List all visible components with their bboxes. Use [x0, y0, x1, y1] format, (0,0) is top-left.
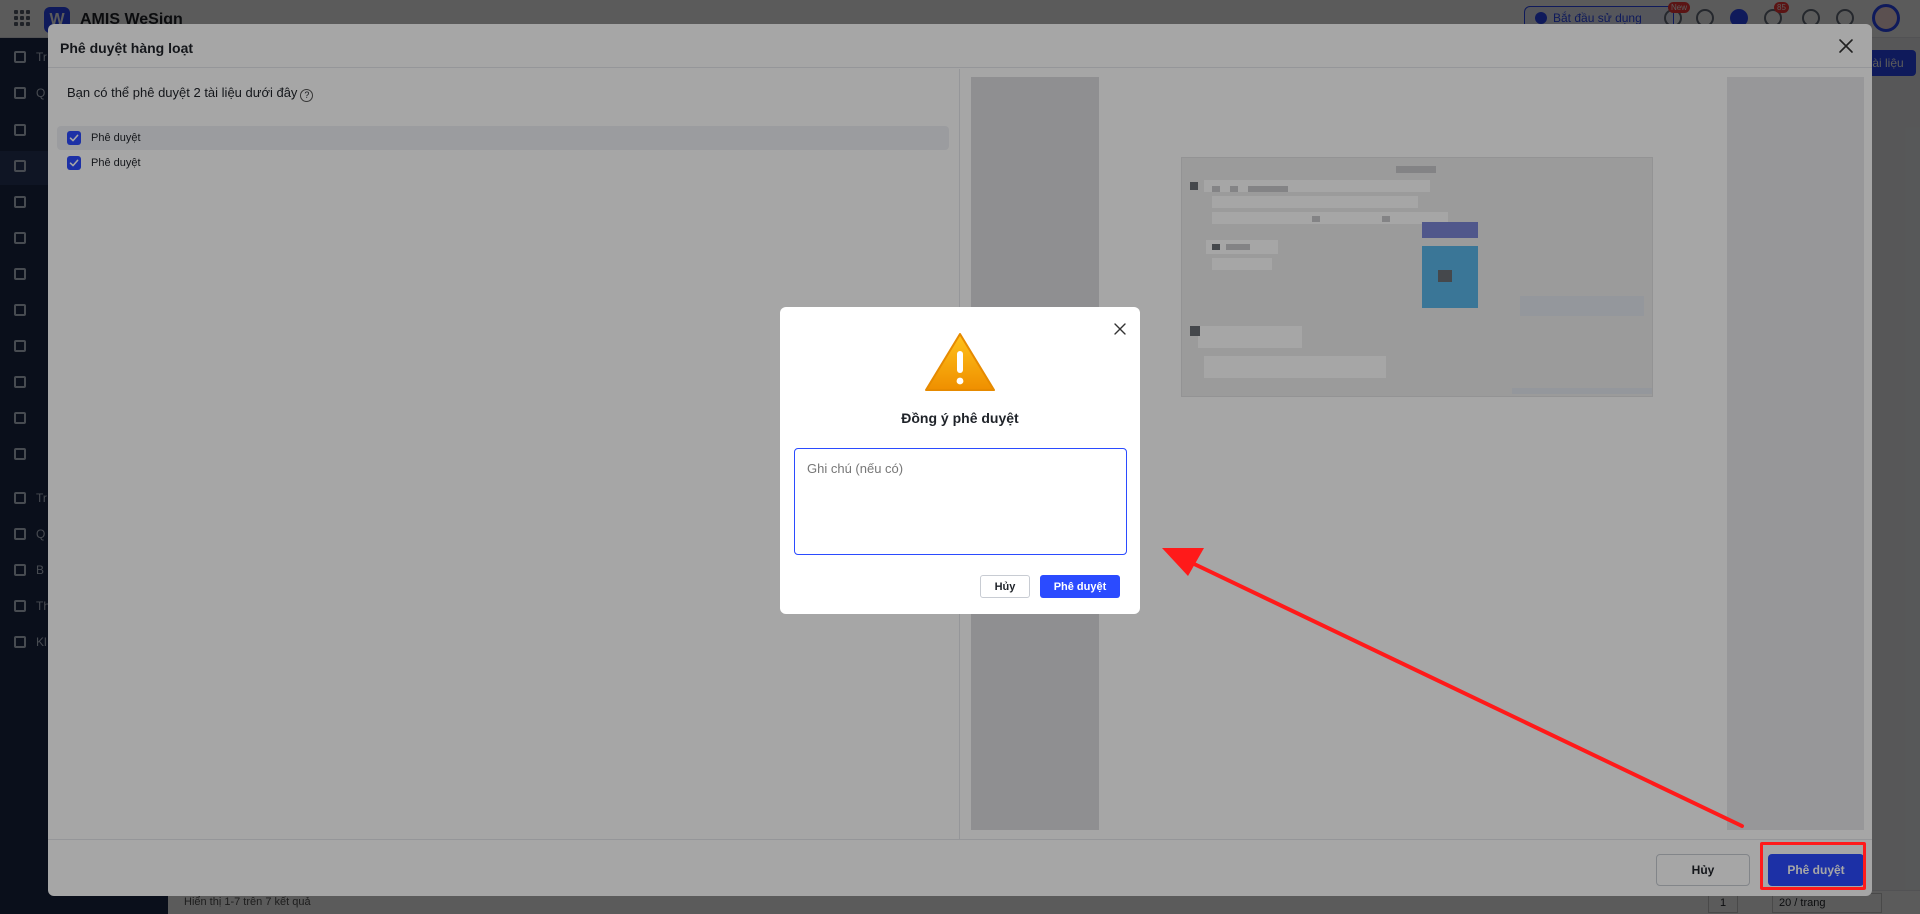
confirm-approval-modal: Đồng ý phê duyệt Hủy Phê duyệt: [780, 307, 1140, 614]
confirm-approve-button[interactable]: Phê duyệt: [1040, 575, 1120, 598]
close-icon: [1114, 323, 1126, 335]
confirm-title: Đồng ý phê duyệt: [901, 410, 1019, 426]
confirm-cancel-button[interactable]: Hủy: [980, 575, 1030, 598]
note-input[interactable]: [794, 448, 1127, 555]
warning-icon: [925, 333, 995, 391]
confirm-close-button[interactable]: [1112, 321, 1128, 337]
